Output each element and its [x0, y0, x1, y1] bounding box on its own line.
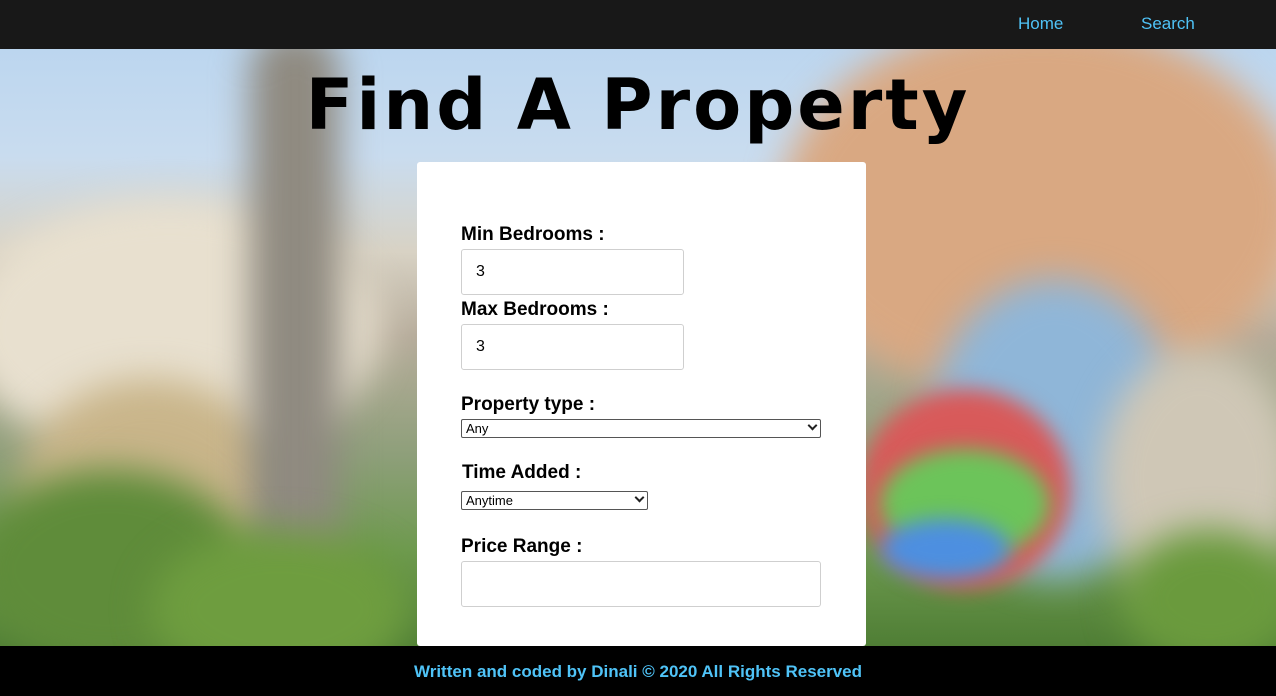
footer-copyright: Written and coded by Dinali © 2020 All R…	[413, 662, 863, 681]
min-bedrooms-input[interactable]	[461, 249, 684, 295]
search-form-card: Min Bedrooms : Max Bedrooms : Property t…	[417, 162, 866, 646]
min-bedrooms-label: Min Bedrooms :	[461, 224, 605, 245]
price-range-input[interactable]	[461, 561, 821, 607]
max-bedrooms-input[interactable]	[461, 324, 684, 370]
max-bedrooms-label: Max Bedrooms :	[461, 299, 609, 320]
price-range-label: Price Range :	[461, 536, 583, 557]
footer: Written and coded by Dinali © 2020 All R…	[0, 646, 1276, 696]
property-type-selected-value: Any	[466, 421, 489, 436]
chevron-down-icon	[807, 420, 818, 431]
time-added-selected-value: Anytime	[466, 493, 513, 508]
nav-search-link[interactable]: Search	[1141, 14, 1195, 34]
time-added-select[interactable]: Anytime	[461, 491, 648, 510]
time-added-label: Time Added :	[462, 462, 582, 483]
chevron-down-icon	[634, 492, 645, 503]
nav-home-link[interactable]: Home	[1018, 14, 1063, 34]
property-type-label: Property type :	[461, 394, 596, 415]
page-title: Find A Property	[305, 64, 971, 146]
property-type-select[interactable]: Any	[461, 419, 821, 438]
navbar: Home Search	[0, 0, 1276, 49]
